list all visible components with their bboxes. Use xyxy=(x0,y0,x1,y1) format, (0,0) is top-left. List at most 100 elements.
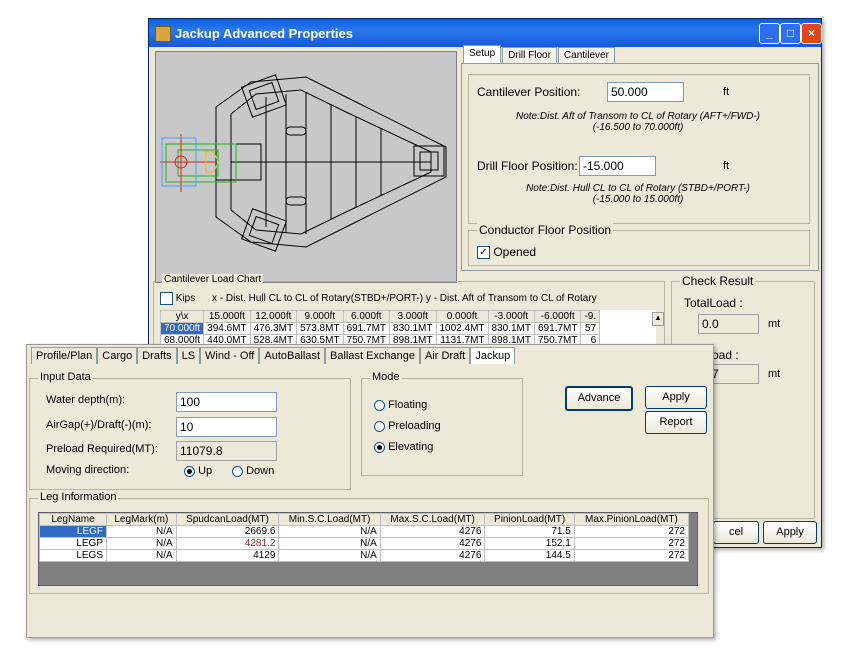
tab-profile-plan[interactable]: Profile/Plan xyxy=(31,347,98,364)
floating-radio-row[interactable]: Floating xyxy=(374,399,427,411)
leg-row[interactable]: LEGF N/A 2669.6 N/A 4276 71.5 272 xyxy=(39,525,690,538)
tab-ballast-exchange[interactable]: Ballast Exchange xyxy=(325,347,421,364)
leg-cell[interactable]: 71.5 xyxy=(484,525,575,538)
maximize-icon[interactable]: □ xyxy=(780,23,801,44)
leg-cell-over-limit[interactable]: 4281.2 xyxy=(175,537,280,550)
check-result-title: Check Result xyxy=(680,274,756,288)
leg-cell[interactable]: LEGP xyxy=(39,537,107,550)
advance-button[interactable]: Advance xyxy=(565,386,633,411)
tab-ls[interactable]: LS xyxy=(176,347,201,364)
airgap-label: AirGap(+)/Draft(-)(m): xyxy=(46,419,152,431)
minimize-icon[interactable]: _ xyxy=(759,23,780,44)
leg-cell[interactable]: N/A xyxy=(106,549,177,562)
leg-information-grid[interactable]: LegName LegMark(m) SpudcanLoad(MT) Min.S… xyxy=(38,512,698,586)
floating-radio[interactable] xyxy=(374,399,385,411)
grid-cell[interactable]: 830.1MT xyxy=(487,322,536,335)
leg-cell[interactable]: LEGF xyxy=(39,525,107,538)
grid-row[interactable]: 70.000ft 394.6MT 476.3MT 573.8MT 691.7MT… xyxy=(160,322,601,335)
cantilever-unit: ft xyxy=(723,86,730,98)
grid-cell[interactable]: 691.7MT xyxy=(533,322,582,335)
close-icon[interactable]: × xyxy=(801,23,822,44)
elevating-radio[interactable] xyxy=(374,441,385,453)
leg-cell[interactable]: 152.1 xyxy=(484,537,575,550)
tab-jackup[interactable]: Jackup xyxy=(470,347,516,364)
up-radio[interactable] xyxy=(184,465,195,477)
leg-cell[interactable]: 2669.6 xyxy=(175,525,280,538)
opened-checkbox-row[interactable]: ✓ Opened xyxy=(477,245,537,260)
opened-checkbox[interactable]: ✓ xyxy=(477,246,490,260)
grid-header-cell: 9.000ft xyxy=(296,310,344,323)
jackup-panel-window: Profile/Plan Cargo Drafts LS Wind - Off AutoB… xyxy=(26,344,714,638)
cantilever-position-label: Cantilever Position: xyxy=(477,85,581,99)
grid-header-cell: 15.000ft xyxy=(203,310,251,323)
down-radio[interactable] xyxy=(232,465,243,477)
load-chart-table: y\x 15.000ft 12.000ft 9.000ft 6.000ft 3.… xyxy=(160,310,601,347)
water-depth-input[interactable]: 100 xyxy=(176,392,277,412)
cancel-button[interactable]: cel xyxy=(713,521,759,544)
airgap-input[interactable]: 10 xyxy=(176,417,277,437)
kips-checkbox[interactable] xyxy=(160,292,173,305)
grid-cell[interactable]: 70.000ft xyxy=(160,322,205,335)
drill-floor-position-input[interactable]: -15.000 xyxy=(579,156,656,176)
grid-cell[interactable]: 57 xyxy=(580,322,601,335)
leg-cell[interactable]: 272 xyxy=(573,525,690,538)
grid-cell[interactable]: 830.1MT xyxy=(389,322,437,335)
leg-row[interactable]: LEGP N/A 4281.2 N/A 4276 152.1 272 xyxy=(39,537,690,550)
leg-cell[interactable]: N/A xyxy=(278,525,381,538)
tab-drill-floor[interactable]: Drill Floor xyxy=(502,47,557,63)
preloading-radio[interactable] xyxy=(374,420,385,432)
leg-cell[interactable]: 272 xyxy=(573,537,690,550)
leg-cell[interactable]: 4276 xyxy=(379,549,486,562)
tab-drafts[interactable]: Drafts xyxy=(137,347,177,364)
leg-cell[interactable]: 144.5 xyxy=(484,549,575,562)
grid-cell[interactable]: 1002.4MT xyxy=(435,322,489,335)
leg-cell[interactable]: 272 xyxy=(573,549,690,562)
leg-cell[interactable]: N/A xyxy=(106,537,177,550)
grid-cell[interactable]: 476.3MT xyxy=(249,322,298,335)
grid-cell[interactable]: 394.6MT xyxy=(203,322,251,335)
opened-label: Opened xyxy=(493,245,537,259)
grid-cell[interactable]: 691.7MT xyxy=(342,322,391,335)
up-label: Up xyxy=(198,465,213,477)
grid-cell[interactable]: 573.8MT xyxy=(296,322,344,335)
leg-cell[interactable]: 4276 xyxy=(379,537,486,550)
total-load-unit: mt xyxy=(768,318,781,330)
tab-setup[interactable]: Setup xyxy=(463,45,502,63)
leg-header-cell: SpudcanLoad(MT) xyxy=(175,513,280,526)
kips-row: Kips x - Dist. Hull CL to CL of Rotary(S… xyxy=(160,292,597,305)
leg-row[interactable]: LEGS N/A 4129 N/A 4276 144.5 272 xyxy=(39,549,690,562)
preloading-radio-row[interactable]: Preloading xyxy=(374,420,441,432)
leg-information-group: Leg Information LegName LegMark(m) Spudc… xyxy=(29,491,709,594)
tab-air-draft[interactable]: Air Draft xyxy=(420,347,471,364)
mode-title: Mode xyxy=(370,371,402,383)
report-button[interactable]: Report xyxy=(645,411,707,434)
up-radio-row[interactable]: Up xyxy=(184,465,212,477)
leg-cell[interactable]: LEGS xyxy=(39,549,107,562)
grid-scroll-up-icon[interactable]: ▲ xyxy=(652,312,664,326)
elevating-radio-row[interactable]: Elevating xyxy=(374,441,433,453)
grid-header-cell: 6.000ft xyxy=(342,310,391,323)
tab-autoballast[interactable]: AutoBallast xyxy=(259,347,326,364)
apply-button[interactable]: Apply xyxy=(763,521,817,544)
cantilever-note-line-2: (-16.500 to 70.000ft) xyxy=(592,122,684,133)
load-chart-title: Cantilever Load Chart xyxy=(162,274,264,285)
cantilever-note: Note:Dist. Aft of Transom to CL of Rotar… xyxy=(473,111,803,133)
leg-cell[interactable]: N/A xyxy=(278,549,381,562)
cantilever-position-input[interactable]: 50.000 xyxy=(607,82,684,102)
second-load-label: oad : xyxy=(712,348,739,362)
leg-cell[interactable]: 4129 xyxy=(175,549,280,562)
leg-cell[interactable]: N/A xyxy=(278,537,381,550)
tab-cantilever[interactable]: Cantilever xyxy=(557,47,615,63)
apply-button-front[interactable]: Apply xyxy=(645,386,707,409)
preload-required-label: Preload Required(MT): xyxy=(46,443,158,455)
down-radio-row[interactable]: Down xyxy=(232,465,274,477)
title-bar[interactable]: Jackup Advanced Properties _ □ × xyxy=(149,19,822,47)
leg-cell[interactable]: N/A xyxy=(106,525,177,538)
grid-header-cell: 3.000ft xyxy=(389,310,437,323)
load-chart-description: x - Dist. Hull CL to CL of Rotary(STBD+/… xyxy=(212,293,597,305)
tab-wind-off[interactable]: Wind - Off xyxy=(200,347,260,364)
leg-cell[interactable]: 4276 xyxy=(379,525,486,538)
tab-cargo[interactable]: Cargo xyxy=(97,347,138,364)
leg-table: LegName LegMark(m) SpudcanLoad(MT) Min.S… xyxy=(39,513,690,562)
water-depth-label: Water depth(m): xyxy=(46,394,126,406)
